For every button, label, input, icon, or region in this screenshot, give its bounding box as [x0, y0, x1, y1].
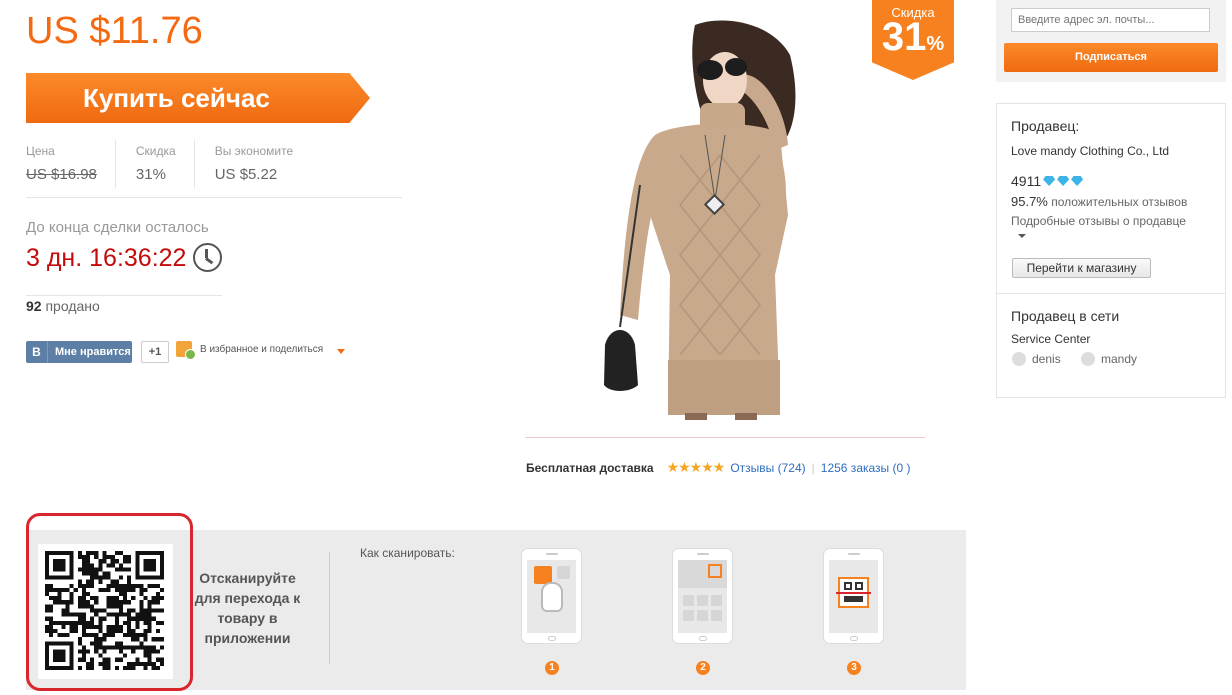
discount-badge: Скидка 31% — [872, 0, 954, 80]
vk-icon: B — [26, 341, 48, 363]
price-stats: Цена US $16.98 Скидка 31% Вы экономите U… — [26, 140, 402, 198]
hand-tap-icon — [541, 582, 563, 612]
qr-mini-icon — [844, 596, 863, 602]
divider — [525, 437, 925, 438]
agent-avatar-icon — [1012, 352, 1026, 366]
email-input[interactable] — [1011, 8, 1210, 32]
discount-badge-value: 31% — [872, 15, 954, 63]
agent-name: denis — [1032, 352, 1061, 366]
agent-name: mandy — [1101, 352, 1138, 366]
scan-step-1-phone-icon — [521, 548, 582, 644]
agent-mandy[interactable]: mandy — [1081, 352, 1137, 366]
positive-label: положительных отзывов — [1051, 195, 1188, 209]
share-dropdown-arrow-icon[interactable] — [337, 349, 345, 354]
plus-one-button[interactable]: +1 — [141, 341, 169, 363]
seller-title: Продавец: — [1011, 118, 1080, 134]
product-image[interactable] — [600, 15, 800, 420]
favorite-share-link[interactable]: В избранное и поделиться — [200, 344, 323, 355]
reviews-link[interactable]: Отзывы (724) — [730, 461, 805, 475]
app-tile — [697, 595, 708, 606]
scan-line — [836, 592, 871, 594]
discount-value: 31% — [135, 166, 166, 183]
free-shipping-label: Бесплатная доставка — [526, 460, 654, 475]
seller-score: 4911 — [1011, 173, 1084, 189]
divider — [26, 295, 222, 296]
favorite-share-icon[interactable] — [176, 341, 196, 360]
app-icon — [557, 566, 570, 579]
app-tile — [697, 610, 708, 621]
app-tile — [711, 610, 722, 621]
deal-countdown-label: До конца сделки осталось — [26, 219, 209, 236]
orders-link[interactable]: 1256 заказы (0 ) — [821, 461, 911, 475]
diamond-icon — [1057, 176, 1070, 186]
discount: Скидка 31% — [114, 140, 194, 188]
shipping-rating-row: Бесплатная доставка ★★★★★ Отзывы (724) |… — [526, 459, 911, 476]
scan-step-2-phone-icon — [672, 548, 733, 644]
step-number: 1 — [545, 661, 559, 675]
service-center-label: Service Center — [1011, 332, 1091, 346]
divider — [997, 293, 1225, 294]
agent-denis[interactable]: denis — [1012, 352, 1061, 366]
vk-like-button[interactable]: B Мне нравится — [26, 341, 132, 363]
clock-icon — [193, 243, 222, 272]
scan-instruction: Отсканируйте для перехода к товару в при… — [194, 570, 301, 646]
go-to-store-button[interactable]: Перейти к магазину — [1012, 258, 1151, 278]
positive-percent: 95.7% — [1011, 194, 1048, 209]
phone-screen — [527, 560, 576, 633]
scan-qr-icon — [708, 564, 722, 578]
agent-avatar-icon — [1081, 352, 1095, 366]
seller-positive-feedback: 95.7% положительных отзывов — [1011, 194, 1187, 209]
current-price: US $11.76 — [26, 10, 203, 52]
phone-speaker — [546, 553, 558, 555]
app-tile — [683, 595, 694, 606]
vk-like-label: Мне нравится — [55, 346, 131, 358]
scan-step-3-phone-icon — [823, 548, 884, 644]
phone-screen — [678, 560, 727, 633]
phone-home-button — [850, 636, 858, 641]
deal-countdown-timer: 3 дн. 16:36:22 — [26, 244, 187, 272]
phone-home-button — [548, 636, 556, 641]
phone-screen — [829, 560, 878, 633]
seller-score-value: 4911 — [1011, 173, 1042, 189]
phone-speaker — [848, 553, 860, 555]
sold-count: 92 продано — [26, 298, 100, 314]
savings-label: Вы экономите — [214, 144, 294, 158]
seller-online-title: Продавец в сети — [1011, 308, 1120, 324]
phone-speaker — [697, 553, 709, 555]
step-number: 3 — [847, 661, 861, 675]
sold-label: продано — [45, 298, 100, 314]
divider — [329, 552, 330, 664]
buy-now-label: Купить сейчас — [83, 82, 270, 113]
original-price-value: US $16.98 — [26, 166, 97, 183]
original-price: Цена US $16.98 — [26, 140, 115, 197]
savings: Вы экономите US $5.22 — [193, 140, 311, 188]
seller-name[interactable]: Love mandy Clothing Co., Ltd — [1011, 144, 1169, 158]
diamond-icon — [1043, 176, 1056, 186]
discount-badge-number: 31 — [881, 15, 927, 59]
qr-mini-icon — [855, 582, 863, 590]
separator: | — [811, 460, 815, 475]
step-number: 2 — [696, 661, 710, 675]
phone-home-button — [699, 636, 707, 641]
buy-now-button[interactable]: Купить сейчас — [26, 73, 370, 123]
detailed-feedback-link[interactable]: Подробные отзывы о продавце — [1011, 214, 1186, 228]
app-tile — [711, 595, 722, 606]
discount-badge-percent: % — [926, 33, 945, 55]
diamond-icon — [1071, 176, 1084, 186]
caret-down-icon[interactable] — [1018, 234, 1026, 238]
app-tile — [683, 610, 694, 621]
how-to-scan-label: Как сканировать: — [360, 546, 455, 560]
rating-stars-icon: ★★★★★ — [666, 459, 726, 475]
subscribe-button[interactable]: Подписаться — [1004, 43, 1218, 72]
original-price-label: Цена — [26, 144, 55, 158]
savings-value: US $5.22 — [214, 166, 278, 183]
sold-number: 92 — [26, 298, 42, 314]
discount-label: Скидка — [135, 144, 176, 158]
qr-highlight-frame — [26, 513, 193, 691]
qr-mini-icon — [844, 582, 852, 590]
